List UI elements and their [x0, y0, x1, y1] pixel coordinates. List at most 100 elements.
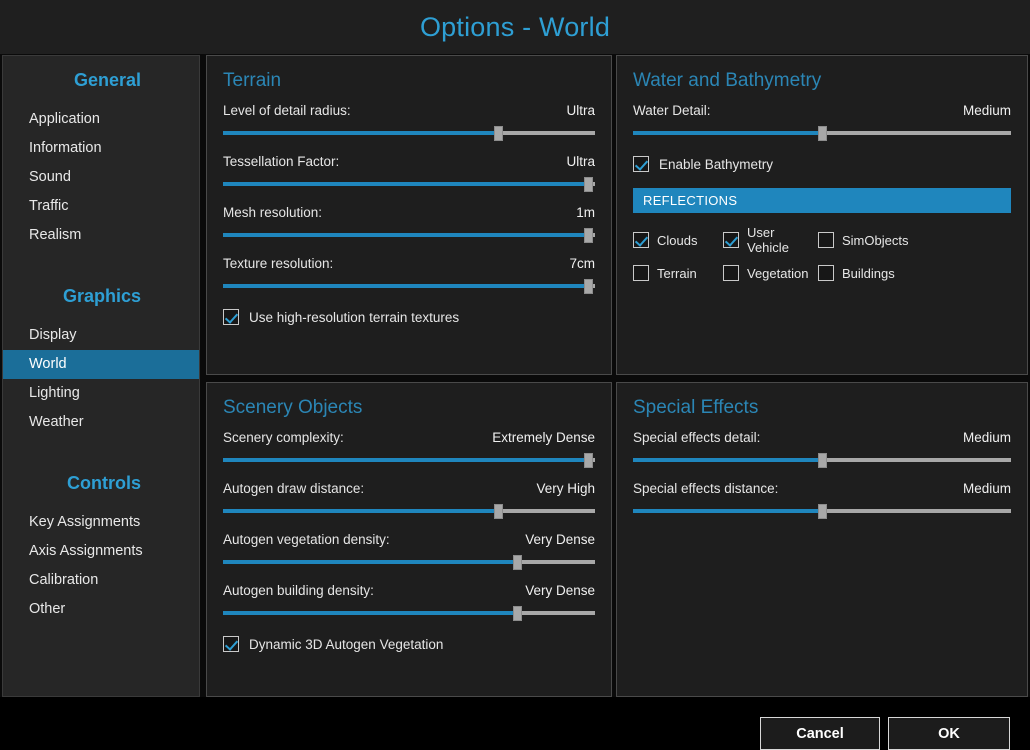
- cancel-button[interactable]: Cancel: [760, 717, 880, 750]
- slider-row-special-effects-distance: Special effects distance: Medium: [633, 481, 1011, 519]
- slider-thumb-special-effects-distance[interactable]: [818, 504, 827, 519]
- sidebar-item-lighting[interactable]: Lighting: [3, 379, 199, 408]
- slider-header-tessellation-factor: Tessellation Factor: Ultra: [223, 154, 595, 169]
- slider-special-effects-detail[interactable]: [633, 453, 1011, 468]
- sidebar-item-key-assignments[interactable]: Key Assignments: [3, 508, 199, 537]
- reflection-option-terrain[interactable]: Terrain: [633, 265, 723, 281]
- reflection-option-user-vehicle[interactable]: User Vehicle: [723, 225, 818, 255]
- slider-thumb-texture-resolution[interactable]: [583, 279, 593, 294]
- slider-row-tessellation-factor: Tessellation Factor: Ultra: [223, 154, 595, 192]
- panel-title-effects: Special Effects: [633, 397, 759, 418]
- slider-value-special-effects-detail: Medium: [962, 430, 1011, 445]
- options-window: Options - World General Application Inform…: [0, 0, 1030, 750]
- checkbox-use-high-resolution-terrain-textures[interactable]: [223, 309, 239, 325]
- slider-label-tessellation-factor: Tessellation Factor:: [223, 154, 340, 169]
- reflection-option-vegetation[interactable]: Vegetation: [723, 265, 818, 281]
- slider-label-special-effects-detail: Special effects detail:: [633, 430, 761, 445]
- sidebar-item-information[interactable]: Information: [3, 134, 199, 163]
- slider-label-mesh-resolution: Mesh resolution:: [223, 205, 323, 220]
- slider-autogen-building-density[interactable]: [223, 606, 595, 621]
- slider-special-effects-distance[interactable]: [633, 504, 1011, 519]
- sidebar-item-calibration[interactable]: Calibration: [3, 566, 199, 595]
- checkbox-reflection-clouds[interactable]: [633, 232, 649, 248]
- scenery-checkboxes: Dynamic 3D Autogen Vegetation: [223, 636, 595, 652]
- slider-texture-resolution[interactable]: [223, 279, 595, 294]
- water-sliders: Water Detail: Medium: [633, 103, 1011, 141]
- checkbox-row-dynamic-3d-autogen-vegetation[interactable]: Dynamic 3D Autogen Vegetation: [223, 636, 595, 652]
- effects-sliders: Special effects detail: Medium Special eff…: [633, 430, 1011, 519]
- slider-value-special-effects-distance: Medium: [962, 481, 1011, 496]
- slider-thumb-mesh-resolution[interactable]: [583, 228, 593, 243]
- slider-thumb-scenery-complexity[interactable]: [583, 453, 593, 468]
- slider-fill-special-effects-distance: [633, 509, 822, 513]
- slider-mesh-resolution[interactable]: [223, 228, 595, 243]
- reflection-option-buildings[interactable]: Buildings: [818, 265, 1011, 281]
- slider-header-scenery-complexity: Scenery complexity: Extremely Dense: [223, 430, 595, 445]
- panel-title-water: Water and Bathymetry: [633, 70, 822, 91]
- checkbox-row-enable-bathymetry[interactable]: Enable Bathymetry: [633, 156, 1011, 172]
- checkbox-dynamic-3d-autogen-vegetation[interactable]: [223, 636, 239, 652]
- checkbox-reflection-terrain[interactable]: [633, 265, 649, 281]
- slider-row-autogen-building-density: Autogen building density: Very Dense: [223, 583, 595, 621]
- terrain-checkboxes: Use high-resolution terrain textures: [223, 309, 595, 325]
- slider-thumb-special-effects-detail[interactable]: [818, 453, 827, 468]
- sidebar-item-application[interactable]: Application: [3, 105, 199, 134]
- slider-tessellation-factor[interactable]: [223, 177, 595, 192]
- slider-header-special-effects-distance: Special effects distance: Medium: [633, 481, 1011, 496]
- reflection-option-simobjects[interactable]: SimObjects: [818, 225, 1011, 255]
- sidebar-item-other[interactable]: Other: [3, 595, 199, 624]
- panel-title-scenery: Scenery Objects: [223, 397, 363, 418]
- slider-autogen-vegetation-density[interactable]: [223, 555, 595, 570]
- slider-header-autogen-draw-distance: Autogen draw distance: Very High: [223, 481, 595, 496]
- slider-fill-autogen-building-density: [223, 611, 517, 615]
- sidebar-item-traffic[interactable]: Traffic: [3, 192, 199, 221]
- checkbox-row-use-high-resolution-terrain-textures[interactable]: Use high-resolution terrain textures: [223, 309, 595, 325]
- slider-scenery-complexity[interactable]: [223, 453, 595, 468]
- sidebar-header-graphics: Graphics: [62, 286, 141, 306]
- slider-value-level-of-detail-radius: Ultra: [566, 103, 595, 118]
- ok-button[interactable]: OK: [888, 717, 1010, 750]
- checkbox-reflection-buildings[interactable]: [818, 265, 834, 281]
- slider-fill-water-detail: [633, 131, 822, 135]
- reflection-option-clouds[interactable]: Clouds: [633, 225, 723, 255]
- slider-autogen-draw-distance[interactable]: [223, 504, 595, 519]
- checkbox-reflection-user-vehicle[interactable]: [723, 232, 739, 248]
- slider-fill-autogen-draw-distance: [223, 509, 499, 513]
- slider-water-detail[interactable]: [633, 126, 1011, 141]
- sidebar-header-general: General: [73, 70, 141, 90]
- terrain-sliders: Level of detail radius: Ultra Tessellation…: [223, 103, 595, 294]
- reflection-label-terrain: Terrain: [657, 265, 697, 281]
- slider-thumb-water-detail[interactable]: [818, 126, 827, 141]
- checkbox-reflection-vegetation[interactable]: [723, 265, 739, 281]
- slider-header-autogen-vegetation-density: Autogen vegetation density: Very Dense: [223, 532, 595, 547]
- panel-terrain: Terrain Level of detail radius: Ultra Tess…: [206, 55, 612, 375]
- reflections-options: Clouds User Vehicle SimObjects Terrain Veget…: [633, 225, 1011, 281]
- panel-special-effects: Special Effects Special effects detail: M…: [616, 382, 1028, 697]
- slider-header-mesh-resolution: Mesh resolution: 1m: [223, 205, 595, 220]
- checkbox-reflection-simobjects[interactable]: [818, 232, 834, 248]
- checkbox-label-use-high-resolution-terrain-textures: Use high-resolution terrain textures: [249, 309, 460, 325]
- slider-row-autogen-draw-distance: Autogen draw distance: Very High: [223, 481, 595, 519]
- sidebar-item-sound[interactable]: Sound: [3, 163, 199, 192]
- slider-row-mesh-resolution: Mesh resolution: 1m: [223, 205, 595, 243]
- slider-label-autogen-draw-distance: Autogen draw distance:: [223, 481, 365, 496]
- sidebar-item-display[interactable]: Display: [3, 321, 199, 350]
- sidebar-item-realism[interactable]: Realism: [3, 221, 199, 250]
- slider-row-autogen-vegetation-density: Autogen vegetation density: Very Dense: [223, 532, 595, 570]
- slider-thumb-tessellation-factor[interactable]: [583, 177, 593, 192]
- sidebar-item-world[interactable]: World: [3, 350, 199, 379]
- reflection-label-vegetation: Vegetation: [747, 265, 809, 281]
- slider-thumb-autogen-draw-distance[interactable]: [494, 504, 504, 519]
- panel-title-terrain: Terrain: [223, 70, 282, 91]
- sidebar-header-controls: Controls: [67, 473, 141, 493]
- slider-level-of-detail-radius[interactable]: [223, 126, 595, 141]
- sidebar-item-axis-assignments[interactable]: Axis Assignments: [3, 537, 199, 566]
- slider-label-water-detail: Water Detail:: [633, 103, 711, 118]
- slider-fill-tessellation-factor: [223, 182, 588, 186]
- slider-thumb-level-of-detail-radius[interactable]: [494, 126, 504, 141]
- page-title: Options - World: [419, 11, 611, 42]
- slider-thumb-autogen-building-density[interactable]: [512, 606, 522, 621]
- slider-thumb-autogen-vegetation-density[interactable]: [512, 555, 522, 570]
- checkbox-enable-bathymetry[interactable]: [633, 156, 649, 172]
- sidebar-item-weather[interactable]: Weather: [3, 408, 199, 437]
